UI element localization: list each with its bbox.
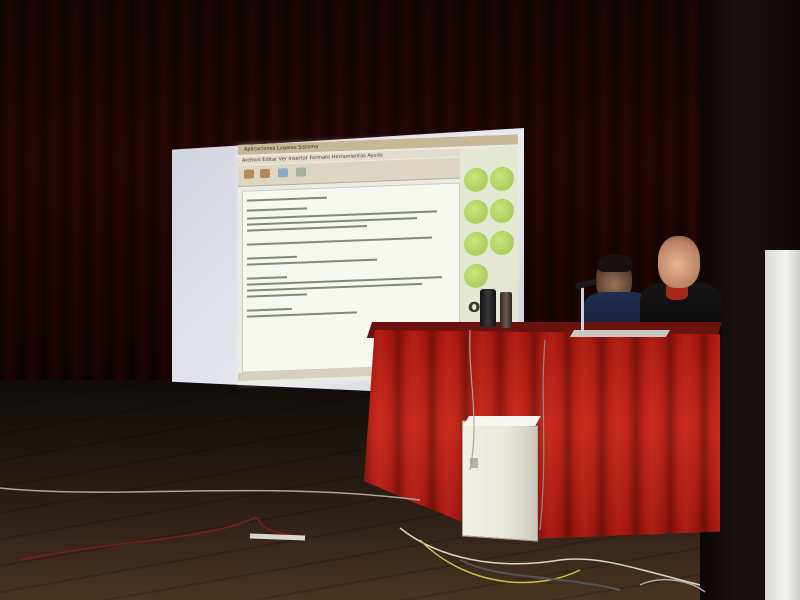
power-strip: [249, 533, 306, 541]
cable: [469, 329, 475, 471]
floor-cables: [0, 329, 706, 593]
cable: [0, 487, 421, 501]
cable: [459, 559, 621, 591]
cable: [639, 578, 706, 593]
cable: [539, 339, 546, 531]
cable: [19, 517, 301, 561]
cable: [399, 527, 701, 586]
